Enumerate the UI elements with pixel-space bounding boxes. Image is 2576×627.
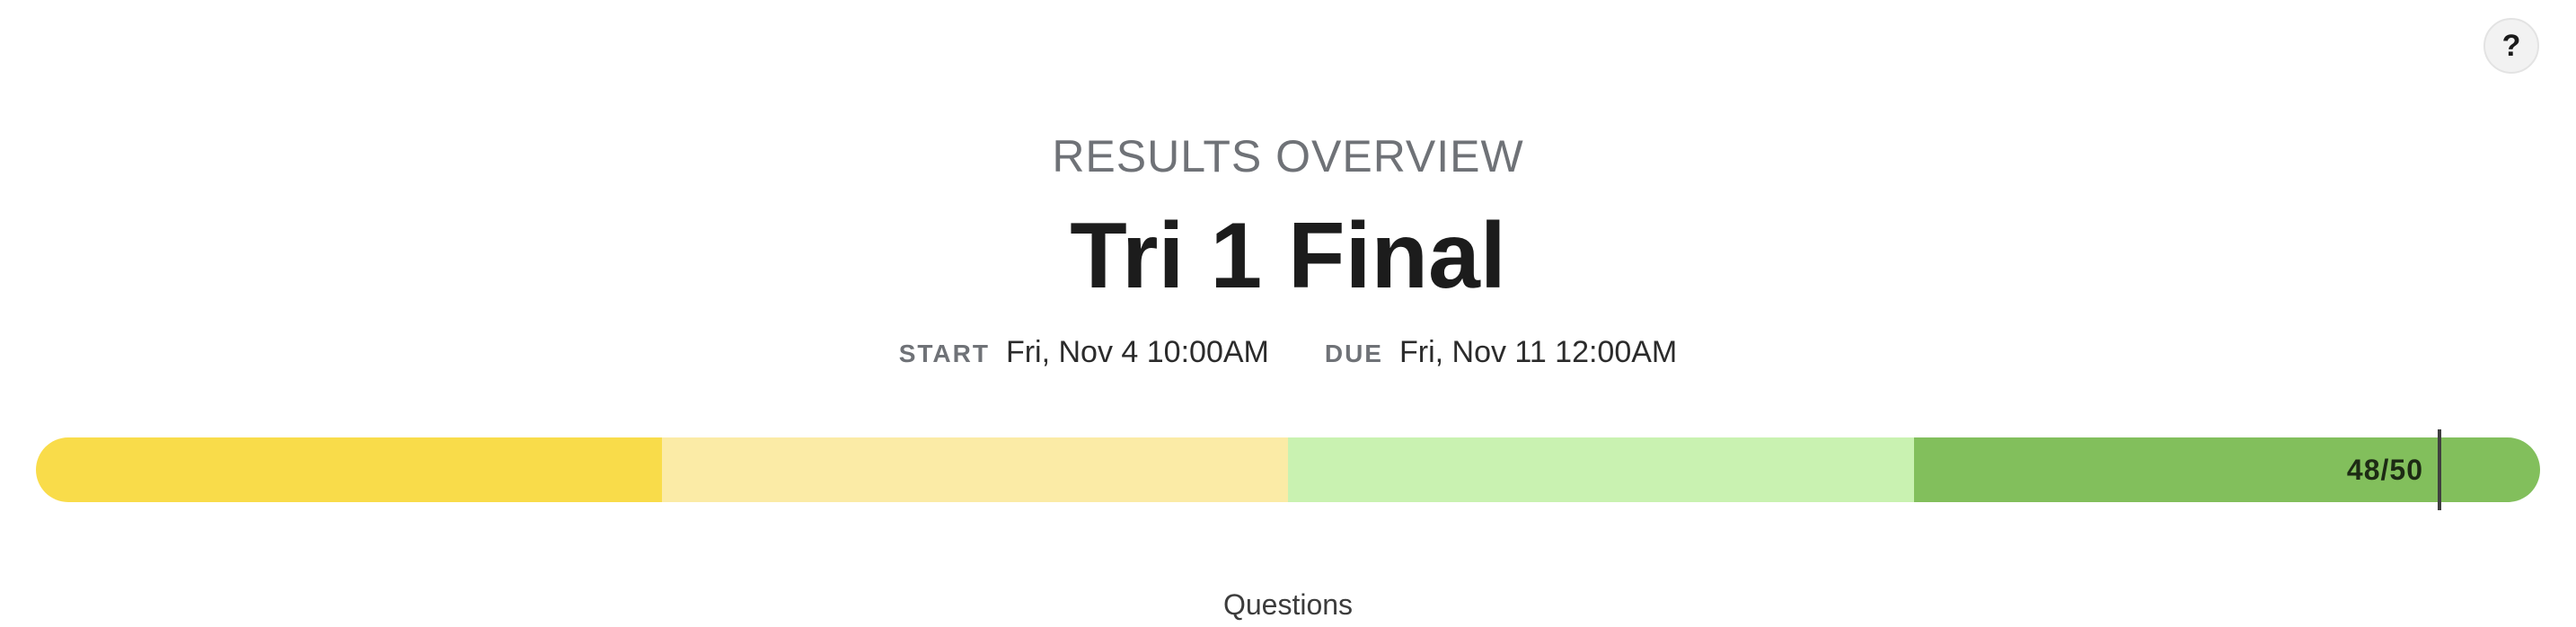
score-band-1 — [36, 437, 662, 502]
score-band-3 — [1288, 437, 1914, 502]
help-icon: ? — [2501, 29, 2521, 63]
page-overline: RESULTS OVERVIEW — [1052, 131, 1524, 181]
due-date: DUE Fri, Nov 11 12:00AM — [1325, 332, 1677, 374]
help-button[interactable]: ? — [2483, 18, 2539, 74]
score-band-4 — [1914, 437, 2540, 502]
assignment-dates: START Fri, Nov 4 10:00AM DUE Fri, Nov 11… — [0, 332, 2576, 374]
score-label: 48/50 — [2346, 453, 2423, 486]
due-date-value: Fri, Nov 11 12:00AM — [1398, 335, 1678, 369]
start-date: START Fri, Nov 4 10:00AM — [899, 332, 1269, 374]
start-date-value: Fri, Nov 4 10:00AM — [1005, 335, 1269, 369]
start-date-label: START — [898, 340, 990, 367]
score-progress-bar — [36, 437, 2540, 502]
score-marker — [2438, 429, 2441, 510]
questions-heading: Questions — [1222, 588, 1354, 621]
results-overview-page: ? RESULTS OVERVIEW Tri 1 Final START Fri… — [0, 0, 2576, 627]
due-date-label: DUE — [1324, 340, 1383, 367]
assignment-title: Tri 1 Final — [1070, 204, 1506, 308]
score-band-2 — [662, 437, 1288, 502]
